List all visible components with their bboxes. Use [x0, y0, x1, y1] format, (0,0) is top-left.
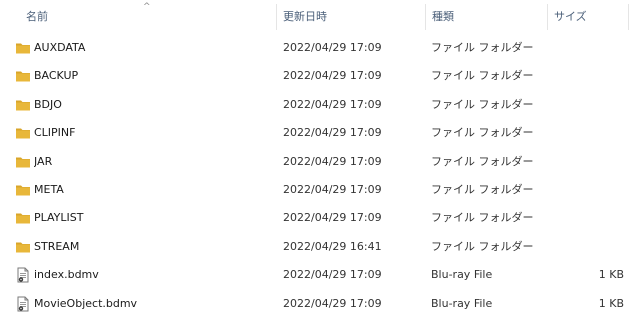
folder-icon	[15, 40, 31, 56]
modified-date: 2022/04/29 16:41	[283, 239, 382, 253]
folder-icon	[15, 68, 31, 84]
file-type: ファイル フォルダー	[431, 154, 534, 168]
column-divider[interactable]	[628, 4, 629, 30]
folder-icon	[15, 210, 31, 226]
file-type: ファイル フォルダー	[431, 41, 534, 54]
column-header-name[interactable]: 名前	[20, 0, 276, 34]
file-list-row[interactable]: index.bdmv 2022/04/29 17:09 Blu-ray File 1 …	[0, 261, 640, 289]
modified-date: 2022/04/29 17:09	[283, 183, 382, 196]
file-list-row[interactable]: STREAM 2022/04/29 16:41 ファイル フォルダー	[0, 233, 640, 261]
file-name: BDJO	[34, 97, 62, 111]
modified-date: 2022/04/29 17:09	[283, 41, 382, 54]
file-size	[548, 91, 624, 119]
file-list-row[interactable]: BDJO 2022/04/29 17:09 ファイル フォルダー	[0, 91, 640, 119]
folder-icon	[15, 239, 31, 255]
file-name: BACKUP	[34, 69, 79, 83]
file-type: ファイル フォルダー	[431, 126, 534, 140]
file-name: PLAYLIST	[34, 211, 84, 225]
file-list-row[interactable]: JAR 2022/04/29 17:09 ファイル フォルダー	[0, 148, 640, 176]
file-type: ファイル フォルダー	[431, 239, 534, 253]
modified-date: 2022/04/29 17:09	[283, 69, 382, 83]
column-header-size[interactable]: サイズ	[548, 0, 628, 34]
file-type: ファイル フォルダー	[431, 69, 534, 83]
folder-icon	[15, 125, 31, 141]
file-size	[548, 148, 624, 176]
file-list-row[interactable]: BACKUP 2022/04/29 17:09 ファイル フォルダー	[0, 62, 640, 90]
file-name: JAR	[34, 154, 53, 168]
file-type: ファイル フォルダー	[431, 183, 534, 196]
file-list-row[interactable]: MovieObject.bdmv 2022/04/29 17:09 Blu-ray …	[0, 290, 640, 318]
column-header-type[interactable]: 種類	[426, 0, 547, 34]
file-type: ファイル フォルダー	[431, 211, 534, 225]
column-header-date[interactable]: 更新日時	[277, 0, 425, 34]
file-type: Blu-ray File	[431, 296, 493, 310]
file-type: ファイル フォルダー	[431, 97, 534, 111]
file-icon	[15, 267, 31, 283]
modified-date: 2022/04/29 17:09	[283, 211, 382, 225]
file-name: META	[34, 183, 64, 196]
column-header-bar: ^ 名前 更新日時 種類 サイズ	[0, 0, 640, 34]
file-size: 1 KB	[598, 268, 624, 282]
file-name: MovieObject.bdmv	[34, 296, 138, 310]
file-name: AUXDATA	[34, 41, 86, 54]
file-size	[548, 204, 624, 232]
modified-date: 2022/04/29 17:09	[283, 97, 382, 111]
folder-icon	[15, 97, 31, 113]
file-list-row[interactable]: PLAYLIST 2022/04/29 17:09 ファイル フォルダー	[0, 204, 640, 232]
modified-date: 2022/04/29 17:09	[283, 126, 382, 140]
file-list-row[interactable]: CLIPINF 2022/04/29 17:09 ファイル フォルダー	[0, 119, 640, 147]
file-list-row[interactable]: AUXDATA 2022/04/29 17:09 ファイル フォルダー	[0, 34, 640, 62]
file-size	[548, 62, 624, 90]
file-size	[548, 34, 624, 62]
file-name: STREAM	[34, 239, 80, 253]
modified-date: 2022/04/29 17:09	[283, 154, 382, 168]
modified-date: 2022/04/29 17:09	[283, 268, 382, 282]
file-type: Blu-ray File	[431, 268, 493, 282]
folder-icon	[15, 154, 31, 170]
folder-icon	[15, 182, 31, 198]
file-list-row[interactable]: META 2022/04/29 17:09 ファイル フォルダー	[0, 176, 640, 204]
file-size	[548, 119, 624, 147]
file-name: CLIPINF	[34, 126, 76, 140]
file-name: index.bdmv	[34, 268, 99, 282]
file-size	[548, 176, 624, 204]
file-size: 1 KB	[598, 296, 624, 310]
file-size	[548, 233, 624, 261]
modified-date: 2022/04/29 17:09	[283, 296, 382, 310]
file-icon	[15, 296, 31, 312]
